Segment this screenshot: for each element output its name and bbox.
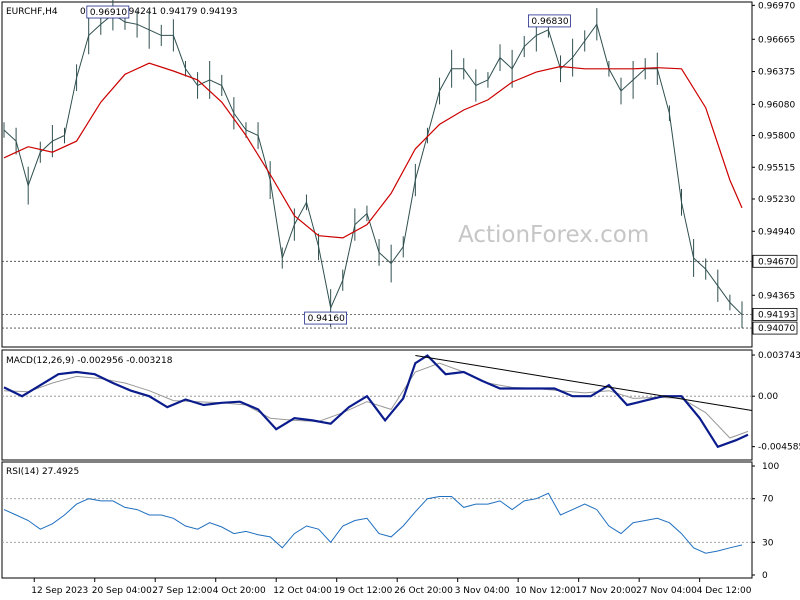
callout-label: 0.94160 bbox=[308, 314, 345, 324]
price-tick-label: 0.95230 bbox=[758, 195, 795, 205]
price-tick-label: 0.96970 bbox=[758, 1, 795, 11]
time-tick-label: 10 Nov 12:00 bbox=[515, 586, 576, 596]
macd-tick-label: 0.00 bbox=[758, 392, 778, 402]
watermark: ActionForex.com bbox=[458, 222, 649, 248]
price-tick-label: 0.94365 bbox=[758, 291, 795, 301]
rsi-panel-frame bbox=[1, 461, 753, 579]
macd-title: MACD(12,26,9) -0.002956 -0.003218 bbox=[6, 356, 173, 366]
rsi-tick-label: 30 bbox=[762, 538, 774, 548]
symbol-label: EURCHF,H4 bbox=[6, 7, 58, 17]
rsi-tick-label: 0 bbox=[762, 571, 768, 581]
price-tick-label: 0.95515 bbox=[758, 163, 795, 173]
macd-tick-label: -0.004585 bbox=[758, 443, 800, 453]
eurchf-h4-chart: ActionForex.com EURCHF,H4 0.94224 0.9424… bbox=[1, 0, 800, 596]
rsi-tick-label: 100 bbox=[762, 462, 779, 472]
price-tick-label: 0.94940 bbox=[758, 227, 795, 237]
callout-label: 0.96910 bbox=[90, 8, 127, 18]
time-tick-label: 27 Nov 04:00 bbox=[636, 586, 697, 596]
time-tick-label: 12 Sep 2023 bbox=[31, 586, 88, 596]
callout-label: 0.96830 bbox=[531, 17, 568, 27]
price-tick-label: 0.96375 bbox=[758, 68, 795, 78]
price-tick-label: 0.96665 bbox=[758, 35, 795, 45]
level-label: 0.94070 bbox=[758, 324, 795, 334]
rsi-title: RSI(14) 27.4925 bbox=[6, 467, 79, 477]
macd-tick-label: 0.003743 bbox=[758, 351, 800, 361]
time-tick-label: 20 Sep 04:00 bbox=[92, 586, 152, 596]
price-panel-frame bbox=[1, 1, 753, 348]
time-tick-label: 26 Oct 20:00 bbox=[394, 586, 453, 596]
level-label: 0.94670 bbox=[758, 257, 795, 267]
price-tick-label: 0.95800 bbox=[758, 132, 795, 142]
time-tick-label: 12 Oct 04:00 bbox=[273, 586, 332, 596]
time-tick-label: 27 Sep 12:00 bbox=[152, 586, 212, 596]
time-tick-label: 19 Oct 12:00 bbox=[334, 586, 393, 596]
price-tick-label: 0.96080 bbox=[758, 100, 795, 110]
time-tick-label: 4 Dec 12:00 bbox=[697, 586, 752, 596]
time-tick-label: 4 Oct 20:00 bbox=[213, 586, 266, 596]
rsi-tick-label: 70 bbox=[762, 495, 774, 505]
level-label: 0.94193 bbox=[758, 310, 795, 320]
time-tick-label: 3 Nov 04:00 bbox=[455, 586, 510, 596]
time-tick-label: 17 Nov 20:00 bbox=[576, 586, 637, 596]
